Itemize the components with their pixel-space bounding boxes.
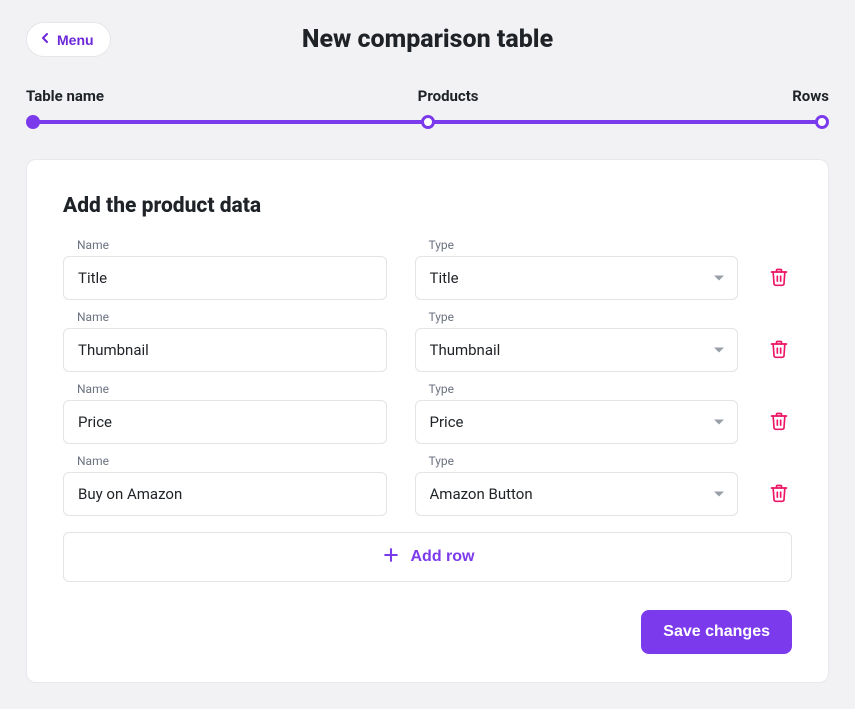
step-dot-2[interactable] bbox=[421, 115, 435, 129]
data-row: Name Type bbox=[63, 382, 792, 444]
data-row: Name Type bbox=[63, 238, 792, 300]
save-changes-button[interactable]: Save changes bbox=[641, 610, 792, 654]
product-data-card: Add the product data Name Type bbox=[26, 159, 829, 683]
stepper: Table name Products Rows bbox=[26, 87, 829, 129]
step-label-products: Products bbox=[418, 87, 479, 105]
type-label: Type bbox=[415, 310, 739, 324]
type-select[interactable] bbox=[415, 472, 739, 516]
add-row-button[interactable]: Add row bbox=[63, 532, 792, 582]
name-input[interactable] bbox=[63, 256, 387, 300]
chevron-left-icon bbox=[37, 30, 53, 49]
name-label: Name bbox=[63, 238, 387, 252]
trash-icon bbox=[769, 338, 789, 363]
data-row: Name Type bbox=[63, 454, 792, 516]
plus-icon bbox=[381, 545, 401, 570]
name-input[interactable] bbox=[63, 472, 387, 516]
page-title: New comparison table bbox=[302, 25, 553, 54]
name-label: Name bbox=[63, 382, 387, 396]
trash-icon bbox=[769, 482, 789, 507]
name-label: Name bbox=[63, 310, 387, 324]
step-label-table-name: Table name bbox=[26, 87, 104, 105]
delete-row-button[interactable] bbox=[766, 328, 792, 372]
step-dot-3[interactable] bbox=[815, 115, 829, 129]
type-label: Type bbox=[415, 454, 739, 468]
menu-button[interactable]: Menu bbox=[26, 22, 111, 57]
add-row-label: Add row bbox=[411, 548, 475, 566]
trash-icon bbox=[769, 410, 789, 435]
header: Menu New comparison table bbox=[26, 0, 829, 75]
name-input[interactable] bbox=[63, 400, 387, 444]
delete-row-button[interactable] bbox=[766, 472, 792, 516]
menu-button-label: Menu bbox=[57, 32, 94, 48]
name-input[interactable] bbox=[63, 328, 387, 372]
delete-row-button[interactable] bbox=[766, 400, 792, 444]
name-label: Name bbox=[63, 454, 387, 468]
type-label: Type bbox=[415, 238, 739, 252]
trash-icon bbox=[769, 266, 789, 291]
data-row: Name Type bbox=[63, 310, 792, 372]
type-label: Type bbox=[415, 382, 739, 396]
delete-row-button[interactable] bbox=[766, 256, 792, 300]
step-dot-1[interactable] bbox=[26, 115, 40, 129]
step-label-rows: Rows bbox=[792, 87, 829, 105]
type-select[interactable] bbox=[415, 256, 739, 300]
type-select[interactable] bbox=[415, 400, 739, 444]
type-select[interactable] bbox=[415, 328, 739, 372]
card-title: Add the product data bbox=[63, 194, 792, 218]
